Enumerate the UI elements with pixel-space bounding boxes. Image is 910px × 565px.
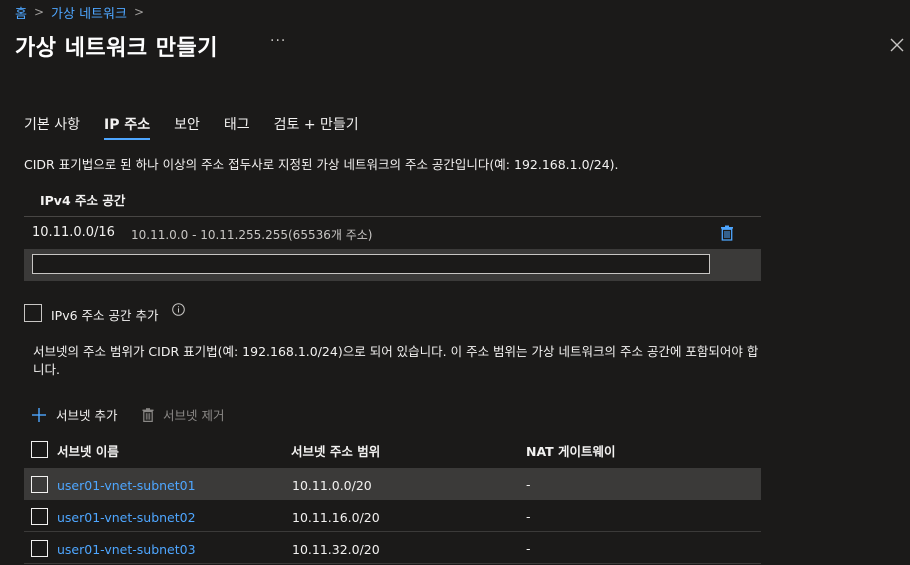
subnet-description: 서브넷의 주소 범위가 CIDR 표기법(예: 192.168.1.0/24)으… (33, 344, 759, 377)
breadcrumb-separator: > (133, 5, 144, 19)
breadcrumb-home-link[interactable]: 홈 (15, 3, 27, 22)
breadcrumb-separator: > (33, 5, 45, 19)
page-title: 가상 네트워크 만들기 (15, 36, 218, 61)
column-header-subnet-name[interactable]: 서브넷 이름 (57, 441, 119, 460)
add-subnet-label: 서브넷 추가 (56, 408, 118, 423)
table-row[interactable]: user01-vnet-subnet01 10.11.0.0/20 - (24, 468, 761, 500)
tab-ip-addresses[interactable]: IP 주소 (103, 114, 151, 144)
trash-icon[interactable] (720, 225, 734, 241)
remove-subnet-label: 서브넷 제거 (163, 408, 225, 423)
subnet-nat: - (526, 477, 531, 492)
ipv4-cidr: 10.11.0.0/16 (32, 225, 115, 240)
add-subnet-button[interactable]: 서브넷 추가 (32, 405, 117, 424)
row-checkbox[interactable] (31, 540, 48, 557)
ipv4-address-row: 10.11.0.0/16 10.11.0.0 - 10.11.255.255(6… (24, 217, 761, 249)
tab-security[interactable]: 보안 (174, 114, 200, 144)
subnet-nat: - (526, 509, 531, 524)
breadcrumb: 홈 > 가상 네트워크 > (15, 3, 151, 22)
trash-icon (142, 407, 154, 422)
tab-tags[interactable]: 태그 (224, 114, 250, 144)
ipv4-range: 10.11.0.0 - 10.11.255.255(65536개 주소) (131, 228, 373, 242)
breadcrumb-vnet-link[interactable]: 가상 네트워크 (51, 3, 127, 22)
plus-icon (32, 407, 46, 422)
subnet-nat: - (526, 541, 531, 556)
ipv4-address-input[interactable] (32, 254, 710, 274)
info-icon[interactable] (172, 303, 185, 316)
ipv6-label: IPv6 주소 공간 추가 (51, 308, 159, 323)
tab-review-create[interactable]: 검토 + 만들기 (274, 114, 359, 144)
more-options-button[interactable]: ··· (270, 33, 286, 49)
row-checkbox[interactable] (31, 476, 48, 493)
subnet-range: 10.11.32.0/20 (292, 542, 380, 557)
close-icon[interactable] (888, 36, 906, 54)
subnet-range: 10.11.16.0/20 (292, 510, 380, 525)
ipv4-input-row (24, 249, 761, 281)
ip-description: CIDR 표기법으로 된 하나 이상의 주소 접두사로 지정된 가상 네트워크의… (24, 157, 619, 172)
tab-basics[interactable]: 기본 사항 (24, 114, 80, 144)
ipv6-checkbox[interactable] (24, 304, 42, 322)
row-checkbox[interactable] (31, 508, 48, 525)
subnet-name-link[interactable]: user01-vnet-subnet01 (57, 478, 196, 493)
tab-bar: 기본 사항 IP 주소 보안 태그 검토 + 만들기 (24, 114, 383, 146)
column-header-nat-gateway[interactable]: NAT 게이트웨이 (526, 441, 616, 460)
ipv4-header: IPv4 주소 공간 (40, 193, 126, 208)
table-row[interactable]: user01-vnet-subnet03 10.11.32.0/20 - (24, 532, 761, 564)
select-all-checkbox[interactable] (31, 441, 48, 458)
table-row[interactable]: user01-vnet-subnet02 10.11.16.0/20 - (24, 500, 761, 532)
subnet-name-link[interactable]: user01-vnet-subnet02 (57, 510, 196, 525)
subnet-range: 10.11.0.0/20 (292, 478, 372, 493)
subnet-name-link[interactable]: user01-vnet-subnet03 (57, 542, 196, 557)
column-header-address-range[interactable]: 서브넷 주소 범위 (291, 441, 380, 460)
remove-subnet-button[interactable]: 서브넷 제거 (142, 405, 224, 424)
